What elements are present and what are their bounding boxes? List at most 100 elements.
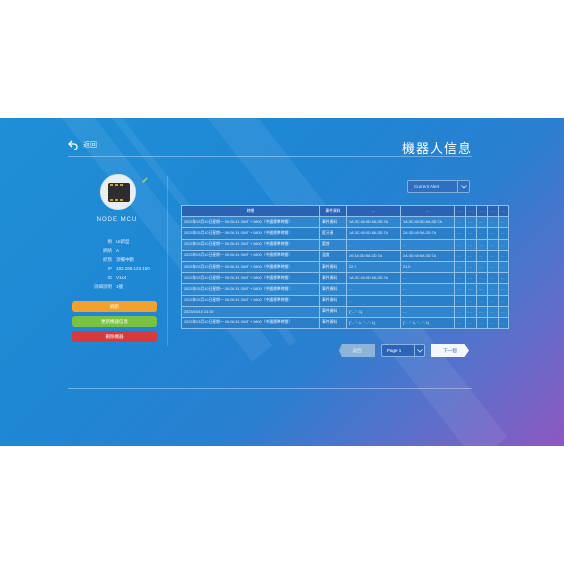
table-cell: 2023年03月10日星期一 09:26:31 GMT + 0800（中國標準時… [181, 272, 320, 285]
delete-robot-button[interactable]: 刪除機器 [72, 331, 157, 342]
table-cell: 2023年03月10日星期一 09:26:31 GMT + 0800（中國標準時… [181, 216, 320, 229]
table-cell: … [487, 272, 499, 285]
table-cell: … [465, 272, 477, 285]
robot-panel: NODE MCU 類 UI新型 網絡 A 狀態 流暢中斷 IP 192.168.123.… [72, 174, 162, 342]
table-cell: 重啓 [319, 238, 347, 251]
table-row[interactable]: 2023年03月10日星期一 09:26:31 GMT + 0800（中國標準時… [181, 238, 509, 251]
table-cell: … [454, 249, 466, 262]
info-row: IP 192.168.123.150 [107, 266, 150, 271]
info-row: 詳細說明 1號 [94, 284, 124, 289]
column-header: … [476, 204, 488, 218]
table-cell: … [487, 305, 499, 318]
select-value: Current Alert [414, 184, 440, 189]
table-cell: … [400, 283, 455, 296]
table-cell: … [476, 305, 488, 318]
table-cell: 2023/03/10 24:30 [181, 305, 320, 318]
chevron-down-icon [414, 345, 424, 356]
divider [167, 176, 168, 346]
table-cell: … [465, 260, 477, 274]
info-row: 狀態 流暢中斷 [103, 257, 134, 262]
table-cell: 2023年03月10日星期一 09:26:31 GMT + 0800（中國標準時… [181, 260, 320, 274]
back-button[interactable]: 返回 [68, 140, 97, 150]
table-cell: … [487, 238, 499, 251]
table-cell: … [498, 305, 509, 318]
table-cell: … [476, 238, 488, 251]
table-cell: … [346, 238, 401, 251]
table-cell: 事件資料 [319, 216, 347, 229]
table-cell: 溫度 [319, 249, 347, 262]
table-cell: … [454, 305, 466, 318]
table-cell: {"…": 1, "…": 1} [400, 316, 455, 330]
table-cell: 22.7 [346, 260, 401, 274]
update-info-button[interactable]: 更新機器信息 [72, 316, 157, 327]
table-cell: … [476, 260, 488, 274]
prev-page-button[interactable]: 返回 [339, 344, 375, 357]
table-cell: … [498, 238, 509, 251]
table-cell: … [465, 283, 477, 296]
table-cell: … [465, 238, 477, 251]
table-cell: … [454, 260, 466, 274]
table-cell: … [487, 316, 499, 330]
page-select-value: Page 1 [387, 348, 402, 353]
robot-name: NODE MCU [96, 217, 138, 223]
table-cell: … [465, 294, 477, 307]
table-row[interactable]: 2023年03月10日星期一 09:26:31 GMT + 0800（中國標準時… [181, 316, 509, 330]
table-cell: … [487, 227, 499, 240]
table-cell: … [454, 272, 466, 285]
table-cell: 20:3A:3D:5A:3D:7A [346, 249, 401, 262]
table-cell: … [487, 249, 499, 262]
table-row[interactable]: 2023年03月10日星期一 09:26:31 GMT + 0800（中國標準時… [181, 216, 509, 229]
table-cell: … [465, 316, 477, 330]
next-page-button[interactable]: 下一個 [431, 344, 469, 357]
table-cell: 事件資料 [319, 283, 347, 296]
table-cell: 2023年03月10日星期一 09:26:31 GMT + 0800（中國標準時… [181, 249, 320, 262]
back-arrow-icon [68, 140, 78, 150]
table-cell: … [346, 283, 401, 296]
table-cell: 2A:3D:40:5A:3D:7A [400, 227, 455, 240]
edit-icon[interactable] [141, 176, 149, 184]
table-cell: 1A:3C:40:0D:5A:3D:7A [346, 216, 401, 229]
table-cell: … [476, 283, 488, 296]
robot-info-screen: 返回 機器人信息 NODE MCU 類 UI新型 網絡 A 狀態 流暢中斷 IP 192… [0, 118, 564, 446]
table-cell: 事件資料 [319, 260, 347, 274]
info-row: 類 UI新型 [107, 239, 130, 244]
table-cell: … [476, 227, 488, 240]
table-cell: 事件資料 [319, 316, 347, 330]
page-title: 機器人信息 [401, 141, 472, 156]
table-cell: … [498, 216, 509, 229]
chevron-down-icon [457, 181, 469, 192]
column-header: … [498, 204, 509, 218]
table-cell: … [454, 227, 466, 240]
table-cell: … [476, 272, 488, 285]
table-cell: … [498, 294, 509, 307]
column-header: 時間 [181, 204, 320, 218]
table-cell: 1A:3C:40:0D:5A:3D:7A [346, 227, 401, 240]
table-row[interactable]: 2023年03月10日星期一 09:26:31 GMT + 0800（中國標準時… [181, 294, 509, 307]
table-cell: … [400, 294, 455, 307]
table-cell: {"…": 1} [346, 305, 401, 318]
info-row: ID V1x4 [107, 275, 127, 280]
table-cell: … [400, 238, 455, 251]
table-cell: … [454, 294, 466, 307]
table-cell: 21.0 [400, 260, 455, 274]
table-cell: … [498, 249, 509, 262]
column-header: … [346, 204, 401, 218]
page-select[interactable]: Page 1 [381, 344, 425, 357]
column-header: … [465, 204, 477, 218]
robot-avatar [100, 174, 136, 210]
table-row[interactable]: 2023年03月10日星期一 09:26:31 GMT + 0800（中國標準時… [181, 283, 509, 296]
pagination: 返回 Page 1 下一個 [339, 344, 469, 357]
table-row[interactable]: 2023/03/10 24:30 事件資料 {"…": 1}……………… [181, 305, 509, 318]
table-row[interactable]: 2023年03月10日星期一 09:26:31 GMT + 0800（中國標準時… [181, 272, 509, 285]
info-row: 網絡 A [103, 248, 120, 253]
refresh-button[interactable]: 刷新 [72, 301, 157, 312]
table-cell: … [498, 316, 509, 330]
alert-filter-select[interactable]: Current Alert [407, 180, 470, 193]
table-row[interactable]: 2023年03月10日星期一 09:26:31 GMT + 0800（中國標準時… [181, 249, 509, 262]
table-cell: … [498, 260, 509, 274]
table-row[interactable]: 2023年03月10日星期一 09:26:31 GMT + 0800（中國標準時… [181, 227, 509, 240]
table-cell: … [476, 294, 488, 307]
table-row[interactable]: 2023年03月10日星期一 09:26:31 GMT + 0800（中國標準時… [181, 260, 509, 274]
table-cell: … [476, 316, 488, 330]
table-cell: … [487, 294, 499, 307]
